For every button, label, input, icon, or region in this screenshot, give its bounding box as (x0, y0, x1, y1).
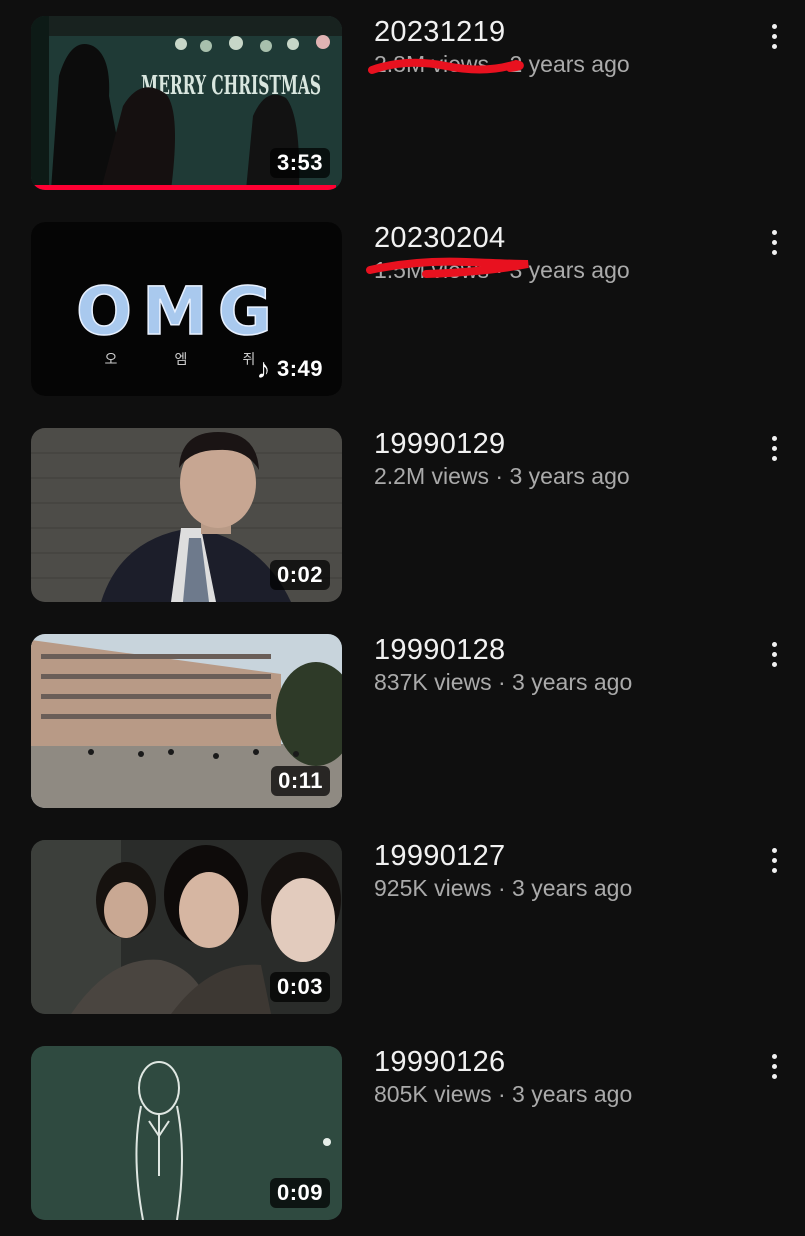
more-vert-icon[interactable] (760, 844, 788, 876)
video-item[interactable]: 0:02 19990129 2.2M views · 3 years ago (0, 412, 805, 618)
video-title[interactable]: 19990127 (374, 839, 505, 873)
video-meta: 805K views · 3 years ago (374, 1081, 633, 1107)
video-item[interactable]: OMG 오 엠 쥐 ♪ 3:49 20230204 1.5M views · 3 … (0, 206, 805, 412)
video-thumbnail[interactable]: 0:09 (31, 1046, 342, 1220)
more-vert-icon[interactable] (760, 638, 788, 670)
more-vert-icon[interactable] (760, 226, 788, 258)
board-text: MERRY CHRISTMAS (141, 71, 321, 101)
watch-progress-bar (31, 185, 336, 190)
video-meta: 837K views · 3 years ago (374, 669, 633, 695)
video-duration: 0:03 (269, 972, 330, 1002)
video-title[interactable]: 19990129 (374, 427, 505, 461)
video-duration: 0:09 (269, 1178, 330, 1208)
more-vert-icon[interactable] (760, 1050, 788, 1082)
hangul-char: 엠 (175, 352, 188, 368)
video-duration: 0:11 (271, 766, 330, 796)
video-title[interactable]: 20231219 (374, 15, 505, 49)
music-note-icon: ♪ (256, 353, 271, 384)
video-item[interactable]: MERRY CHRISTMAS 3:53 20231219 2.8M views… (0, 0, 805, 206)
video-meta: 925K views · 3 years ago (374, 875, 633, 901)
hangul-char: 오 (105, 352, 118, 368)
video-meta: 1.5M views · 3 years ago (374, 257, 630, 283)
video-item[interactable]: 0:03 19990127 925K views · 3 years ago (0, 824, 805, 1030)
video-item[interactable]: 0:11 19990128 837K views · 3 years ago (0, 618, 805, 824)
video-duration: 0:02 (269, 560, 330, 590)
video-meta: 2.8M views · 2 years ago (374, 51, 630, 77)
video-thumbnail[interactable]: 0:11 (31, 634, 342, 808)
more-vert-icon[interactable] (760, 20, 788, 52)
video-title[interactable]: 20230204 (374, 221, 505, 255)
omg-logo: OMG (76, 273, 282, 350)
video-duration: 3:53 (269, 148, 330, 178)
video-meta: 2.2M views · 3 years ago (374, 463, 630, 489)
video-item[interactable]: 0:09 19990126 805K views · 3 years ago (0, 1030, 805, 1236)
video-thumbnail[interactable]: 0:02 (31, 428, 342, 602)
video-thumbnail[interactable]: MERRY CHRISTMAS 3:53 (31, 16, 342, 190)
video-title[interactable]: 19990128 (374, 633, 505, 667)
more-vert-icon[interactable] (760, 432, 788, 464)
video-title[interactable]: 19990126 (374, 1045, 505, 1079)
video-thumbnail[interactable]: 0:03 (31, 840, 342, 1014)
video-duration: ♪ 3:49 (256, 353, 323, 384)
video-thumbnail[interactable]: OMG 오 엠 쥐 ♪ 3:49 (31, 222, 342, 396)
